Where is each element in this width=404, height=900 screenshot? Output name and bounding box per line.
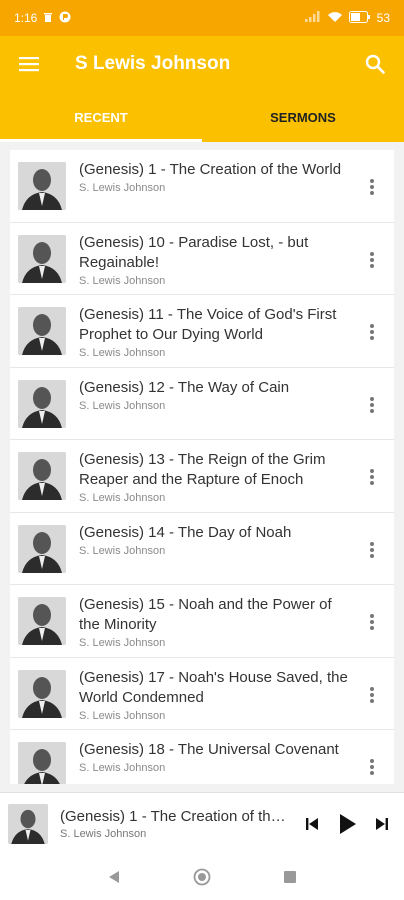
wifi-icon [327,11,343,26]
status-time: 1:16 [14,11,38,25]
item-title: (Genesis) 17 - Noah's House Saved, the W… [79,668,348,706]
tab-bar: RECENT SERMONS [0,92,404,142]
speaker-thumbnail [18,379,66,428]
item-author: S. Lewis Johnson [79,544,166,557]
speaker-thumbnail [18,234,66,283]
speaker-thumbnail [18,524,66,573]
list-item[interactable]: (Genesis) 10 - Paradise Lost, - but Rega… [10,223,394,295]
list-item[interactable]: (Genesis) 14 - The Day of Noah S. Lewis J… [10,513,394,585]
item-author: S. Lewis Johnson [79,182,166,194]
speaker-thumbnail [18,742,66,784]
more-options-icon[interactable] [364,394,380,416]
item-title: (Genesis) 15 - Noah and the Power of the… [79,596,332,633]
skip-next-icon [376,817,389,830]
home-button[interactable] [188,863,216,891]
speaker-thumbnail [18,307,66,355]
list-item[interactable]: (Genesis) 11 - The Voice of God's First … [10,295,394,368]
recents-button[interactable] [276,863,304,891]
back-button[interactable] [100,863,128,891]
trash-icon [43,11,53,25]
item-author: S. Lewis Johnson [79,709,166,722]
battery-icon [348,10,371,26]
app-title: S Lewis Johnson [75,53,231,74]
item-title: (Genesis) 1 - The Creation of the World [79,161,342,178]
player-thumbnail [8,803,48,844]
play-icon [340,813,357,834]
home-icon [193,868,211,886]
item-author: S. Lewis Johnson [79,637,166,649]
speaker-thumbnail [18,162,66,210]
recents-icon [284,871,296,883]
mini-player[interactable]: (Genesis) 1 - The Creation of the World … [0,792,404,854]
more-options-icon[interactable] [364,249,380,271]
sermon-list[interactable]: (Genesis) 1 - The Creation of the World S… [10,150,394,784]
item-author: S. Lewis Johnson [79,274,166,287]
list-item[interactable]: (Genesis) 15 - Noah and the Power of the… [10,585,394,658]
more-options-icon[interactable] [364,684,380,706]
search-button[interactable] [362,51,388,77]
hamburger-icon [19,57,39,72]
tab-sermons[interactable]: SERMONS [202,92,404,142]
more-options-icon[interactable] [364,611,380,633]
list-item[interactable]: (Genesis) 12 - The Way of Cain S. Lewis J… [10,368,394,440]
list-item[interactable]: (Genesis) 1 - The Creation of the World S… [10,150,394,223]
item-title: (Genesis) 10 - Paradise Lost, - but Rega… [79,233,309,271]
speaker-thumbnail [18,669,66,718]
item-author: S. Lewis Johnson [79,347,166,359]
item-title: (Genesis) 18 - The Universal Covenant [79,741,339,758]
list-item[interactable]: (Genesis) 17 - Noah's House Saved, the W… [10,658,394,730]
more-options-icon[interactable] [364,321,380,343]
more-options-icon[interactable] [364,539,380,561]
player-title: (Genesis) 1 - The Creation of the World [60,807,290,825]
system-navigation-bar [0,854,404,900]
item-title: (Genesis) 12 - The Way of Cain [79,378,290,396]
item-title: (Genesis) 11 - The Voice of God's First … [79,306,337,343]
next-button[interactable] [369,810,396,838]
player-author: S. Lewis Johnson [60,827,147,840]
list-item[interactable]: (Genesis) 13 - The Reign of the Grim Rea… [10,440,394,513]
speaker-thumbnail [18,452,66,500]
speaker-thumbnail [18,597,66,645]
more-options-icon[interactable] [364,176,380,198]
app-bar: S Lewis Johnson [0,36,404,92]
back-icon [109,871,119,883]
menu-button[interactable] [16,51,42,77]
item-author: S. Lewis Johnson [79,399,166,412]
item-author: S. Lewis Johnson [79,762,166,774]
search-icon [365,54,385,74]
play-button[interactable] [333,810,360,838]
more-options-icon[interactable] [364,756,380,778]
signal-icon [304,11,321,25]
more-options-icon[interactable] [364,466,380,488]
item-title: (Genesis) 13 - The Reign of the Grim Rea… [79,451,326,488]
item-title: (Genesis) 14 - The Day of Noah [79,523,292,541]
tab-recent[interactable]: RECENT [0,92,202,142]
battery-level: 53 [376,11,390,25]
previous-button[interactable] [298,810,325,838]
status-bar: 1:16 53 [0,0,404,36]
app-notification-icon [59,11,71,26]
list-item[interactable]: (Genesis) 18 - The Universal Covenant S. … [10,730,394,784]
skip-previous-icon [305,817,318,830]
item-author: S. Lewis Johnson [79,492,166,504]
